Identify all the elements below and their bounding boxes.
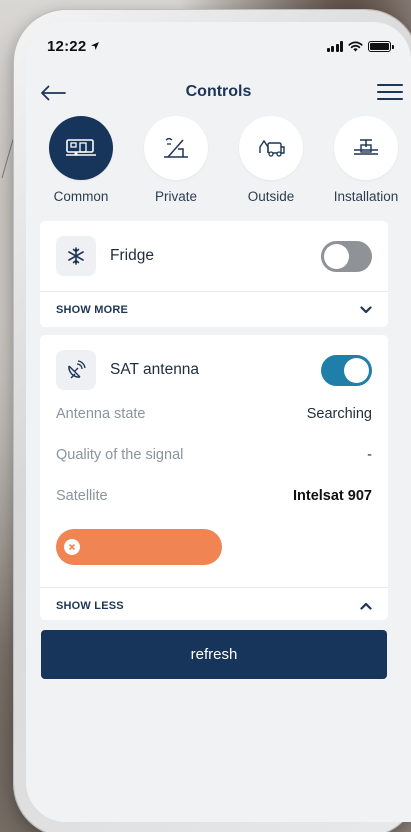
tab-outside[interactable]: Outside xyxy=(230,116,312,204)
sat-antenna-toggle[interactable] xyxy=(321,354,372,386)
location-arrow-icon xyxy=(91,42,100,50)
fridge-label: Fridge xyxy=(110,247,154,264)
fridge-toggle[interactable] xyxy=(321,240,372,272)
satellite-dish-icon xyxy=(68,360,86,379)
fridge-show-more[interactable]: SHOW MORE xyxy=(40,292,388,327)
cancel-search-button[interactable] xyxy=(56,529,222,565)
chevron-down-icon xyxy=(360,305,372,313)
menu-button[interactable] xyxy=(377,80,403,104)
show-less-label: SHOW LESS xyxy=(56,599,124,612)
sat-show-less[interactable]: SHOW LESS xyxy=(40,588,388,623)
status-bar: 12:22 xyxy=(47,36,394,56)
wifi-icon xyxy=(348,41,363,51)
tab-label: Outside xyxy=(247,189,295,204)
fridge-icon-box xyxy=(56,236,96,276)
detail-row-signal-quality: Quality of the signal - xyxy=(40,434,388,475)
cellular-signal-icon xyxy=(326,40,343,52)
fridge-row: Fridge xyxy=(40,221,388,291)
fridge-card: Fridge SHOW MORE xyxy=(40,221,388,327)
caravan-icon xyxy=(66,139,96,156)
installation-icon xyxy=(354,139,378,155)
detail-value: Searching xyxy=(306,405,372,422)
battery-icon xyxy=(368,40,394,52)
detail-value: Intelsat 907 xyxy=(293,487,372,504)
detail-row-antenna-state: Antenna state Searching xyxy=(40,393,388,434)
outside-camper-icon xyxy=(259,139,285,157)
sat-antenna-card: SAT antenna Antenna state Searching Qual… xyxy=(40,335,388,620)
tab-label: Private xyxy=(154,189,198,204)
detail-row-satellite: Satellite Intelsat 907 xyxy=(40,475,388,516)
app-header: Controls xyxy=(26,78,411,108)
close-icon xyxy=(64,539,80,555)
snowflake-icon xyxy=(68,247,84,265)
app-screen: 12:22 Controls Common Private Outside In… xyxy=(26,22,411,822)
category-tabs: Common Private Outside Installation xyxy=(40,116,407,204)
show-more-label: SHOW MORE xyxy=(56,303,129,316)
page-title: Controls xyxy=(185,83,252,100)
tab-label: Installation xyxy=(333,189,399,204)
detail-key: Antenna state xyxy=(56,405,146,422)
tab-private[interactable]: Private xyxy=(135,116,217,204)
chevron-up-icon xyxy=(360,602,372,610)
detail-key: Quality of the signal xyxy=(56,446,184,463)
tab-label: Common xyxy=(53,189,109,204)
detail-key: Satellite xyxy=(56,487,108,504)
tab-common[interactable]: Common xyxy=(40,116,122,204)
private-interior-icon xyxy=(164,137,188,158)
detail-value: - xyxy=(367,446,372,463)
refresh-button[interactable]: refresh xyxy=(41,630,387,679)
tab-installation[interactable]: Installation xyxy=(325,116,407,204)
sat-antenna-label: SAT antenna xyxy=(110,361,200,378)
sat-icon-box xyxy=(56,350,96,390)
status-time: 12:22 xyxy=(47,37,87,55)
